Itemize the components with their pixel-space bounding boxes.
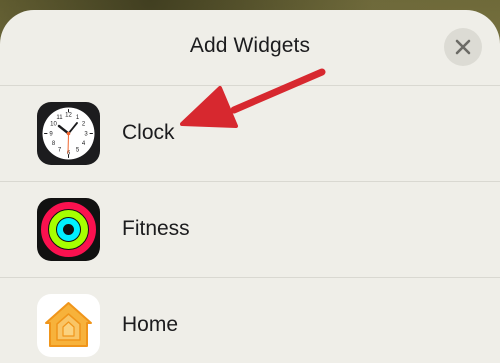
sheet-title: Add Widgets <box>189 34 311 57</box>
activity-rings-icon <box>37 197 100 261</box>
svg-text:10: 10 <box>50 121 57 127</box>
svg-text:12: 12 <box>65 112 72 118</box>
list-item-fitness[interactable]: Fitness <box>0 181 500 277</box>
list-item-home[interactable]: Home <box>0 277 500 363</box>
app-label-clock: Clock <box>122 121 175 144</box>
app-label-home: Home <box>122 313 179 336</box>
close-icon <box>455 39 471 55</box>
divider <box>0 277 500 278</box>
clock-icon: 12 1 2 3 4 5 6 7 8 9 10 11 <box>37 101 100 165</box>
house-icon <box>37 293 100 357</box>
svg-text:11: 11 <box>56 115 63 121</box>
close-button[interactable] <box>444 28 482 66</box>
divider <box>0 181 500 182</box>
arrow-pointer-icon <box>180 68 326 128</box>
app-label-fitness: Fitness <box>122 217 190 240</box>
